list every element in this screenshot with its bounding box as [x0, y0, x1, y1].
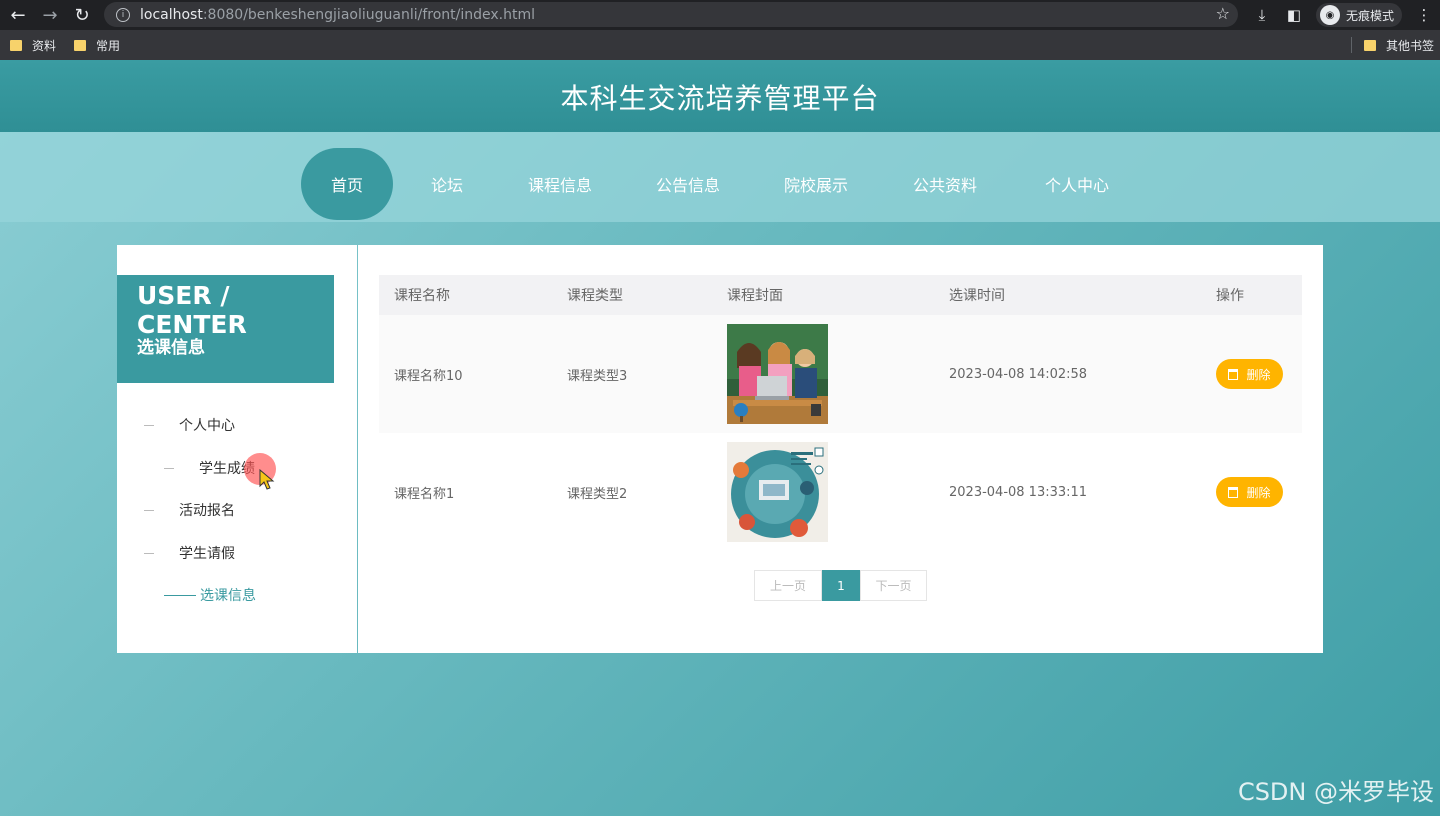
- bookmark-label: 常用: [96, 38, 121, 53]
- course-name-cell: 课程名称10: [394, 368, 463, 384]
- bookmarks-divider: [1350, 37, 1352, 53]
- page-number-button[interactable]: 1: [822, 570, 860, 601]
- nav-public-resources[interactable]: 公共资料: [899, 148, 991, 220]
- table-row: 课程名称1 课程类型2 2023-04-08 13:33:11 删除: [379, 433, 1302, 551]
- nav-notice[interactable]: 公告信息: [642, 148, 734, 220]
- incognito-indicator[interactable]: ◉ 无痕模式: [1315, 3, 1402, 27]
- sidebar-item-label: 选课信息: [200, 588, 256, 604]
- sidebar-item-leave[interactable]: 学生请假: [144, 543, 235, 563]
- bookmark-folder-1[interactable]: 资料: [10, 37, 56, 54]
- user-center-subtitle: 选课信息: [137, 338, 205, 358]
- folder-icon: [1363, 39, 1376, 51]
- dash-icon: [164, 467, 174, 469]
- site-title: 本科生交流培养管理平台: [560, 82, 880, 115]
- nav-personal-center[interactable]: 个人中心: [1031, 148, 1123, 220]
- pagination: 上一页 1 下一页: [754, 570, 927, 601]
- sidebar-item-course-selection[interactable]: 选课信息: [164, 585, 256, 605]
- sidebar-item-label: 活动报名: [179, 503, 235, 519]
- info-icon[interactable]: i: [116, 7, 130, 22]
- next-page-button[interactable]: 下一页: [860, 570, 927, 601]
- active-line-icon: [164, 594, 196, 596]
- dash-icon: [144, 552, 154, 554]
- col-course-type: 课程类型: [567, 288, 623, 304]
- bookmark-star-icon[interactable]: ☆: [1216, 4, 1230, 23]
- prev-page-button[interactable]: 上一页: [754, 570, 822, 601]
- address-bar[interactable]: i localhost:8080/benkeshengjiaoliuguanli…: [104, 2, 1238, 27]
- course-type-cell: 课程类型2: [567, 486, 628, 502]
- course-cover-image[interactable]: [727, 442, 828, 542]
- col-select-time: 选课时间: [949, 288, 1005, 304]
- url-host: localhost: [140, 6, 203, 23]
- course-selection-panel: 课程名称 课程类型 课程封面 选课时间 操作 课程名称10 课程类型3 2023…: [358, 245, 1323, 653]
- cursor-arrow-icon: [259, 469, 275, 490]
- col-actions: 操作: [1216, 288, 1244, 304]
- back-icon[interactable]: ←: [2, 0, 34, 30]
- site-header: 本科生交流培养管理平台: [0, 60, 1440, 132]
- watermark: CSDN @米罗毕设: [1237, 778, 1434, 806]
- folder-icon: [74, 39, 87, 51]
- table-row: 课程名称10 课程类型3 2023-04-08 14:02:58 删除: [379, 315, 1302, 433]
- dash-icon: [144, 509, 154, 511]
- course-cover-image[interactable]: [727, 324, 828, 424]
- course-type-cell: 课程类型3: [567, 368, 628, 384]
- col-course-name: 课程名称: [394, 288, 450, 304]
- sidebar-item-grades[interactable]: 学生成绩: [164, 458, 255, 478]
- nav-course-info[interactable]: 课程信息: [514, 148, 606, 220]
- nav-school[interactable]: 院校展示: [770, 148, 862, 220]
- incognito-icon: ◉: [1319, 5, 1340, 25]
- browser-toolbar: ← → ↻ i localhost:8080/benkeshengjiaoliu…: [0, 0, 1440, 30]
- user-sidebar: USER / CENTER 选课信息 个人中心 学生成绩 活动报名 学生请假 选…: [117, 245, 357, 653]
- other-bookmarks[interactable]: 其他书签: [1363, 37, 1434, 54]
- table-header: 课程名称 课程类型 课程封面 选课时间 操作: [379, 275, 1302, 315]
- delete-button-label: 删除: [1246, 367, 1271, 382]
- menu-kebab-icon[interactable]: ⋮: [1408, 0, 1440, 30]
- nav-forum[interactable]: 论坛: [415, 148, 479, 220]
- sidebar-item-activity-signup[interactable]: 活动报名: [144, 500, 235, 520]
- select-time-cell: 2023-04-08 14:02:58: [949, 366, 1088, 382]
- col-course-cover: 课程封面: [727, 288, 783, 304]
- delete-button[interactable]: 删除: [1216, 477, 1283, 507]
- nav-home[interactable]: 首页: [301, 148, 393, 220]
- reload-icon[interactable]: ↻: [66, 0, 98, 30]
- url-path: :8080/benkeshengjiaoliuguanli/front/inde…: [202, 6, 535, 23]
- course-name-cell: 课程名称1: [394, 486, 455, 502]
- download-icon[interactable]: ⤓: [1246, 0, 1278, 30]
- main-nav: 首页 论坛 课程信息 公告信息 院校展示 公共资料 个人中心: [0, 132, 1440, 222]
- select-time-cell: 2023-04-08 13:33:11: [949, 484, 1088, 500]
- delete-button[interactable]: 删除: [1216, 359, 1283, 389]
- bookmark-label: 资料: [32, 38, 57, 53]
- bookmarks-bar: 资料 常用 其他书签: [0, 30, 1440, 60]
- trash-icon: [1228, 486, 1239, 498]
- trash-icon: [1228, 368, 1239, 380]
- side-panel-icon[interactable]: ◧: [1278, 0, 1310, 30]
- forward-icon[interactable]: →: [34, 0, 66, 30]
- incognito-label: 无痕模式: [1345, 8, 1394, 23]
- delete-button-label: 删除: [1246, 485, 1271, 500]
- dash-icon: [144, 424, 154, 426]
- sidebar-item-label: 学生请假: [179, 546, 235, 562]
- bookmark-folder-2[interactable]: 常用: [74, 37, 120, 54]
- other-bookmarks-label: 其他书签: [1385, 38, 1434, 53]
- user-center-header: USER / CENTER 选课信息: [117, 275, 334, 383]
- user-center-title: USER / CENTER: [137, 281, 247, 339]
- folder-icon: [10, 39, 22, 51]
- sidebar-item-label: 个人中心: [179, 418, 235, 434]
- sidebar-item-personal-center[interactable]: 个人中心: [144, 415, 235, 435]
